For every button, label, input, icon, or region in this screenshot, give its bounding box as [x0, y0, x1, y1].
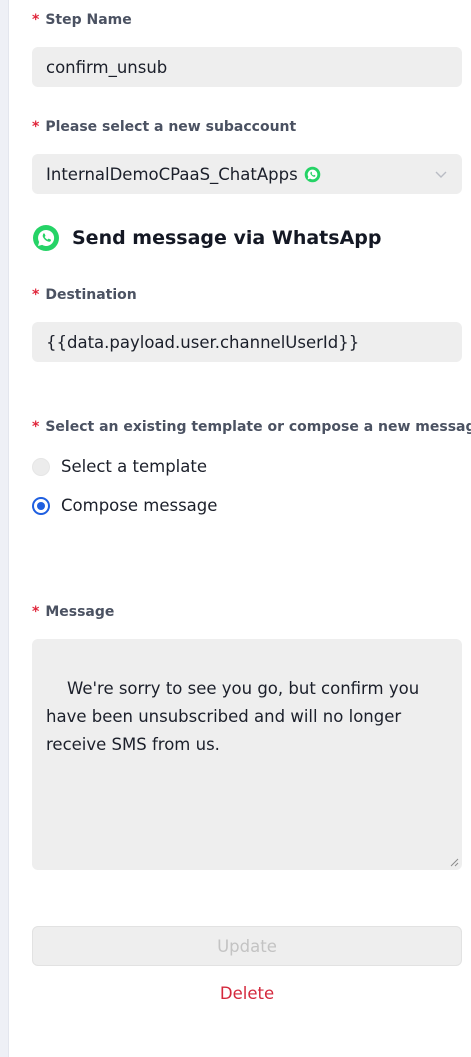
required-marker: * [32, 119, 40, 135]
section-title-text: Send message via WhatsApp [72, 227, 382, 249]
radio-button-unchecked[interactable] [32, 457, 50, 476]
subaccount-label: * Please select a new subaccount [32, 119, 296, 135]
step-name-label: * Step Name [32, 12, 132, 28]
required-marker: * [32, 604, 40, 620]
message-textarea[interactable]: We're sorry to see you go, but confirm y… [32, 639, 462, 870]
delete-button-label: Delete [219, 984, 275, 1003]
radio-compose-message-label: Compose message [61, 496, 218, 515]
subaccount-label-text: Please select a new subaccount [45, 119, 297, 135]
section-title: Send message via WhatsApp [32, 224, 381, 252]
message-source-label: * Select an existing template or compose … [32, 419, 471, 435]
radio-button-checked[interactable] [32, 496, 50, 515]
chevron-down-icon [435, 171, 447, 178]
destination-label-text: Destination [45, 287, 137, 303]
radio-compose-message[interactable]: Compose message [32, 496, 217, 515]
message-value: We're sorry to see you go, but confirm y… [46, 679, 425, 754]
step-name-label-text: Step Name [45, 12, 132, 28]
radio-select-template[interactable]: Select a template [32, 457, 207, 476]
update-button[interactable]: Update [32, 926, 462, 966]
update-button-label: Update [217, 936, 277, 956]
radio-select-template-label: Select a template [61, 457, 207, 476]
resize-handle-icon[interactable] [450, 858, 459, 867]
step-name-value: confirm_unsub [46, 57, 168, 77]
left-panel-edge [0, 0, 9, 1057]
whatsapp-icon [33, 225, 59, 251]
message-label-text: Message [45, 604, 115, 620]
subaccount-select[interactable]: InternalDemoCPaaS_ChatApps [32, 154, 462, 194]
subaccount-value: InternalDemoCPaaS_ChatApps [46, 164, 298, 184]
message-source-label-text: Select an existing template or compose a… [45, 419, 471, 435]
destination-input[interactable]: {{data.payload.user.channelUserId}} [32, 322, 462, 362]
destination-label: * Destination [32, 287, 137, 303]
required-marker: * [32, 419, 40, 435]
required-marker: * [32, 287, 40, 303]
step-name-input[interactable]: confirm_unsub [32, 47, 462, 87]
whatsapp-icon [304, 166, 320, 182]
destination-value: {{data.payload.user.channelUserId}} [46, 332, 360, 352]
message-label: * Message [32, 604, 114, 620]
required-marker: * [32, 12, 40, 28]
delete-button[interactable]: Delete [32, 984, 462, 1003]
